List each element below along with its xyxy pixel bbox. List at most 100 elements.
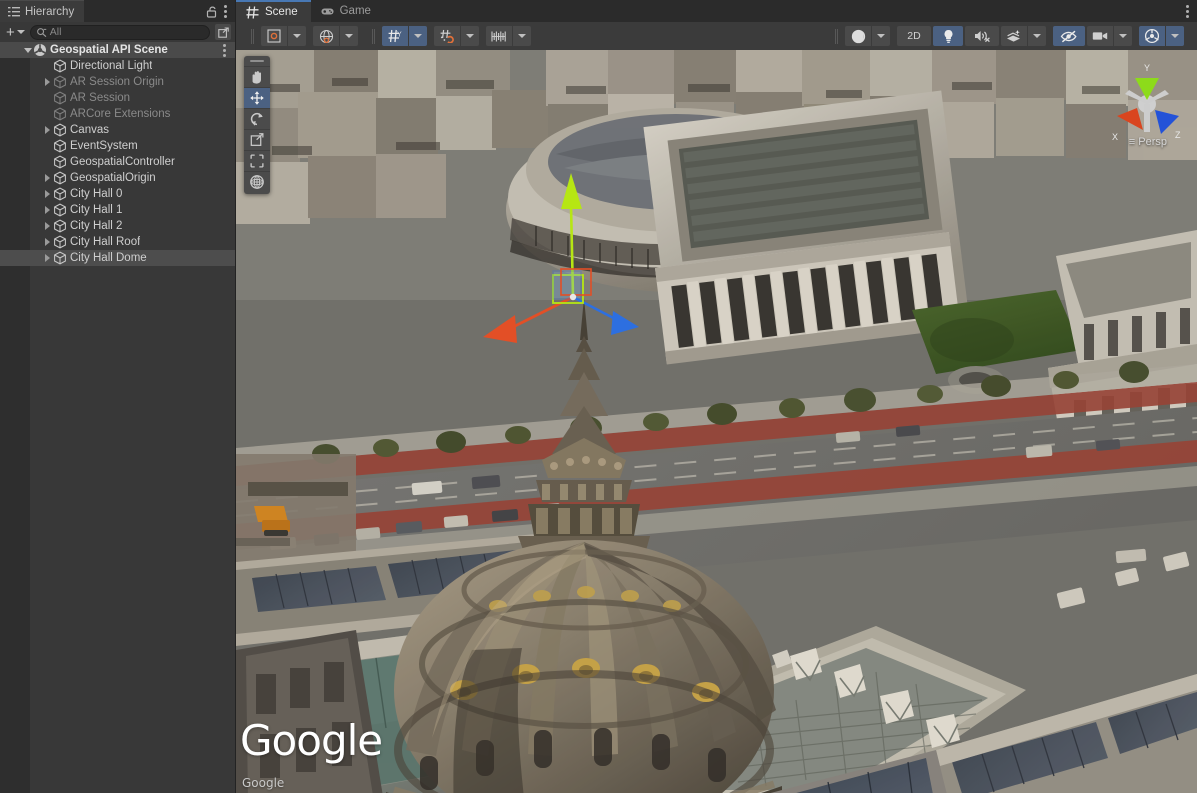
expand-toggle[interactable]	[42, 126, 53, 134]
grid-snap-dropdown-button[interactable]	[408, 26, 427, 46]
hierarchy-row-label: City Hall Dome	[70, 252, 147, 264]
expand-toggle[interactable]	[42, 206, 53, 214]
rect-tool[interactable]	[244, 150, 270, 171]
increment-snap-dropdown-button[interactable]	[460, 26, 479, 46]
chevron-down-icon	[1033, 34, 1041, 38]
hierarchy-row-geospatialorigin[interactable]: GeospatialOrigin	[0, 170, 235, 186]
gizmos-caret-button[interactable]	[1165, 26, 1184, 46]
pivot-dropdown-button[interactable]	[287, 26, 306, 46]
move-gizmo[interactable]	[461, 165, 641, 355]
tab-hierarchy[interactable]: Hierarchy	[0, 0, 84, 22]
hierarchy-row-label: AR Session Origin	[70, 76, 164, 88]
effects-button[interactable]	[1001, 26, 1027, 46]
plus-icon: +	[6, 26, 15, 39]
padlock-open-icon[interactable]	[206, 5, 217, 18]
projection-mode-label[interactable]: ≡ Persp	[1129, 136, 1167, 148]
hierarchy-row-eventsystem[interactable]: EventSystem	[0, 138, 235, 154]
hierarchy-row-city-hall-2[interactable]: City Hall 2	[0, 218, 235, 234]
scene-view-tabbar: Scene Game	[236, 0, 1197, 22]
camera-caret-button[interactable]	[1113, 26, 1132, 46]
grid-size-dropdown-button[interactable]	[512, 26, 531, 46]
fx-caret-button[interactable]	[1027, 26, 1046, 46]
tab-game[interactable]: Game	[311, 0, 384, 22]
grid-snap-button[interactable]: Y	[382, 26, 408, 46]
gizmo-z-arrow[interactable]	[611, 311, 639, 335]
tab-scene[interactable]: Scene	[236, 0, 311, 22]
gizmo-center-handle[interactable]	[570, 294, 576, 300]
hierarchy-row-arcore-extensions[interactable]: ARCore Extensions	[0, 106, 235, 122]
scale-icon	[249, 132, 265, 148]
gizmo-x-arrow[interactable]	[483, 315, 517, 343]
magnet-snap-button[interactable]	[434, 26, 460, 46]
hierarchy-row-geospatialcontroller[interactable]: GeospatialController	[0, 154, 235, 170]
increment-snap-toggle[interactable]	[434, 26, 479, 46]
gamepad-icon	[321, 5, 334, 18]
audio-mute-toggle[interactable]	[965, 26, 999, 46]
expand-toggle[interactable]	[42, 222, 53, 230]
hierarchy-options-kebab-menu-icon[interactable]	[224, 5, 227, 18]
toolbar-divider	[251, 29, 254, 44]
rotate-tool[interactable]	[244, 108, 270, 129]
camera-button[interactable]	[1087, 26, 1113, 46]
gizmo-axis-x[interactable]	[1117, 108, 1143, 130]
handle-space-toggle[interactable]	[313, 26, 358, 46]
chevron-down-icon	[293, 34, 301, 38]
palette-drag-handle[interactable]	[250, 60, 264, 62]
expand-toggle[interactable]	[42, 78, 53, 86]
pivot-center-button[interactable]	[261, 26, 287, 46]
scene-grid-icon	[246, 6, 259, 19]
hierarchy-row-canvas[interactable]: Canvas	[0, 122, 235, 138]
hierarchy-row-ar-session[interactable]: AR Session	[0, 90, 235, 106]
view-tool[interactable]	[244, 66, 270, 87]
transform-tool[interactable]	[244, 171, 270, 192]
rotate-icon	[249, 111, 265, 127]
move-tool[interactable]	[244, 87, 270, 108]
expand-toggle[interactable]	[42, 190, 53, 198]
hierarchy-scene-name: Geospatial API Scene	[50, 44, 168, 56]
gizmos-toggle[interactable]	[1139, 26, 1184, 46]
global-space-button[interactable]	[313, 26, 339, 46]
camera-settings[interactable]	[1087, 26, 1132, 46]
scale-tool[interactable]	[244, 129, 270, 150]
2d-toggle-label: 2D	[907, 30, 920, 42]
shaded-sphere-button[interactable]	[845, 26, 871, 46]
grid-ruler-button[interactable]	[486, 26, 512, 46]
gizmos-button[interactable]	[1139, 26, 1165, 46]
grid-size-slider[interactable]	[486, 26, 531, 46]
search-input[interactable]: All	[30, 25, 210, 40]
scene-view-options-kebab-menu-icon[interactable]	[1186, 5, 1189, 18]
scene-visibility-toggle[interactable]	[1053, 26, 1085, 46]
gizmo-y-arrow[interactable]	[561, 173, 582, 209]
pivot-rotation-toggle[interactable]	[261, 26, 306, 46]
scene-lighting-toggle[interactable]	[933, 26, 963, 46]
fx-dropdown[interactable]	[1001, 26, 1046, 46]
hierarchy-row-city-hall-0[interactable]: City Hall 0	[0, 186, 235, 202]
draw-mode-dropdown[interactable]	[845, 26, 890, 46]
hierarchy-row-city-hall-dome[interactable]: City Hall Dome	[0, 250, 235, 266]
hierarchy-row-label: GeospatialOrigin	[70, 172, 156, 184]
open-in-new-icon[interactable]	[215, 24, 231, 40]
scene-viewport[interactable]: Y X Z ≡ Persp Google Google	[236, 50, 1197, 793]
chevron-down-icon	[17, 30, 25, 34]
expand-toggle[interactable]	[42, 174, 53, 182]
hierarchy-scene-row[interactable]: Geospatial API Scene	[0, 42, 235, 58]
scene-row-kebab-menu-icon[interactable]	[223, 44, 226, 57]
hierarchy-tree-body[interactable]: Geospatial API Scene Directional Light AR…	[0, 42, 235, 793]
grid-snapping-toggle[interactable]: Y	[382, 26, 427, 46]
hierarchy-row-label: AR Session	[70, 92, 130, 104]
create-gameobject-button[interactable]: +	[4, 26, 27, 39]
space-dropdown-button[interactable]	[339, 26, 358, 46]
scene-expand-toggle[interactable]	[22, 48, 33, 53]
expand-toggle[interactable]	[42, 254, 53, 262]
2d-toggle[interactable]: 2D	[897, 26, 931, 46]
hierarchy-row-city-hall-roof[interactable]: City Hall Roof	[0, 234, 235, 250]
expand-toggle[interactable]	[42, 238, 53, 246]
gameobject-cube-icon	[53, 107, 67, 121]
gameobject-cube-icon	[53, 251, 67, 265]
gizmo-x-axis[interactable]	[509, 297, 573, 329]
hierarchy-row-directional-light[interactable]: Directional Light	[0, 58, 235, 74]
draw-mode-caret-button[interactable]	[871, 26, 890, 46]
rect-transform-icon	[249, 153, 265, 169]
hierarchy-row-city-hall-1[interactable]: City Hall 1	[0, 202, 235, 218]
hierarchy-row-ar-session-origin[interactable]: AR Session Origin	[0, 74, 235, 90]
